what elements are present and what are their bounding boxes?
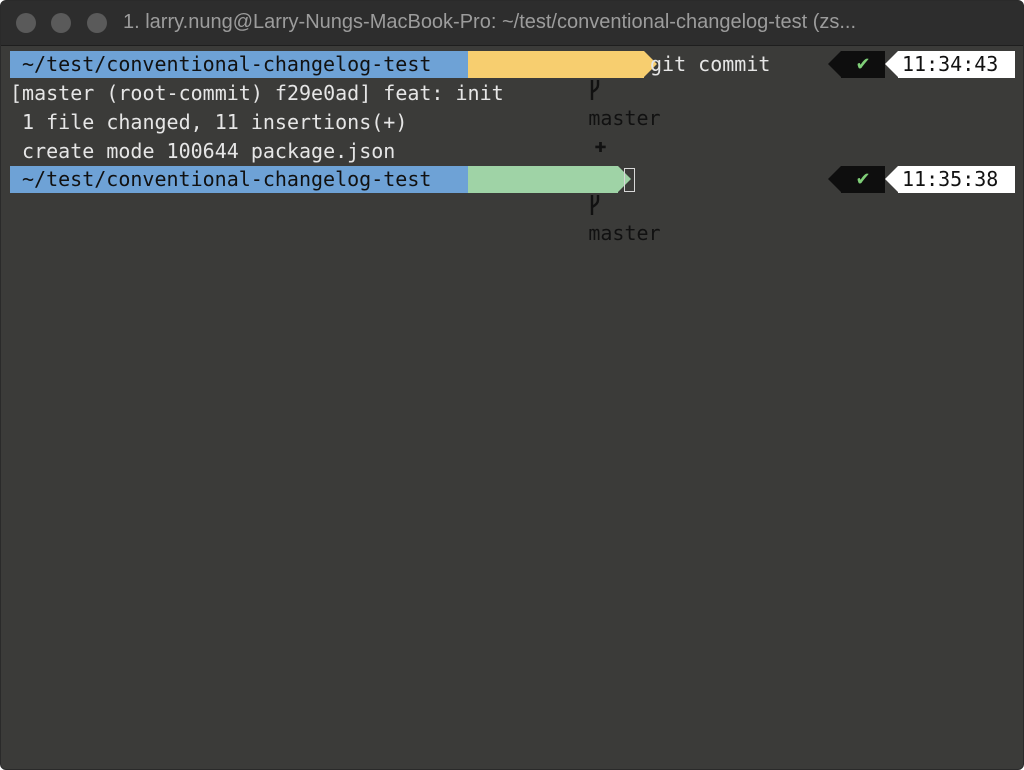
git-branch-icon: [591, 80, 600, 100]
prompt-line: ~/test/conventional-changelog-test maste…: [10, 51, 1015, 157]
typed-command: git commit: [650, 52, 771, 76]
success-check-icon: ✔: [841, 166, 885, 193]
prompt-time: 11:34:43: [898, 51, 1015, 78]
git-branch-icon: [591, 195, 600, 215]
branch-name: master: [588, 106, 661, 130]
prompt-branch-segment: master ✚: [468, 51, 661, 157]
branch-name: master: [588, 221, 661, 245]
window-title: 1. larry.nung@Larry-Nungs-MacBook-Pro: ~…: [123, 11, 857, 33]
plus-icon: ✚: [594, 133, 607, 157]
terminal-cursor[interactable]: [624, 168, 635, 192]
success-check-icon: ✔: [841, 51, 885, 78]
right-prompt-status: ✔ 11:34:43: [828, 51, 1015, 78]
status-arrow: [828, 51, 841, 77]
prompt-cwd-segment: ~/test/conventional-changelog-test: [10, 51, 468, 78]
prompt-branch-segment: master: [468, 166, 661, 245]
title-bar: 1. larry.nung@Larry-Nungs-MacBook-Pro: ~…: [1, 1, 1023, 46]
terminal-content[interactable]: ~/test/conventional-changelog-test maste…: [1, 46, 1023, 769]
status-separator: [885, 51, 898, 77]
close-window-button[interactable]: [16, 13, 36, 33]
right-prompt-status: ✔ 11:35:38: [828, 166, 1015, 193]
prompt-line: ~/test/conventional-changelog-test maste…: [10, 166, 1015, 245]
terminal-window: 1. larry.nung@Larry-Nungs-MacBook-Pro: ~…: [0, 0, 1024, 770]
output-line: 1 file changed, 11 insertions(+): [10, 110, 408, 134]
zoom-window-button[interactable]: [87, 13, 107, 33]
output-line: [master (root-commit) f29e0ad] feat: ini…: [10, 81, 504, 105]
prompt-time: 11:35:38: [898, 166, 1015, 193]
prompt-cwd-segment: ~/test/conventional-changelog-test: [10, 166, 468, 193]
minimize-window-button[interactable]: [51, 13, 71, 33]
status-arrow: [828, 166, 841, 192]
output-line: create mode 100644 package.json: [10, 139, 396, 163]
status-separator: [885, 166, 898, 192]
